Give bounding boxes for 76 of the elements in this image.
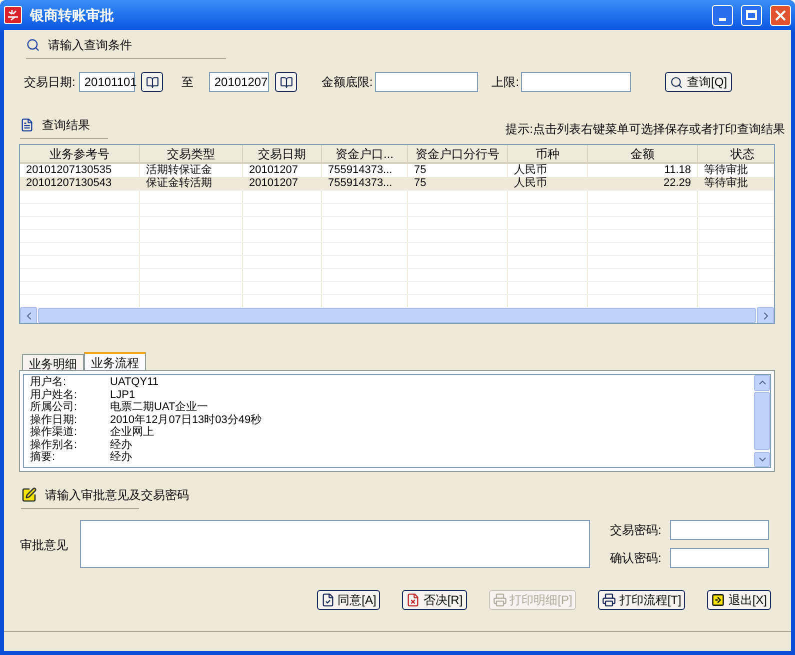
tab[interactable]: 业务明细 <box>22 354 84 370</box>
amount-field[interactable] <box>521 72 632 92</box>
detail-value: 经办 <box>110 438 132 451</box>
field-label: 交易日期: <box>24 74 76 91</box>
app-logo-icon <box>4 6 22 24</box>
search-icon <box>26 38 40 52</box>
cross-document-icon <box>406 593 420 607</box>
detail-value: 2010年12月07日13时03分49秒 <box>110 414 262 426</box>
section-heading: 请输入审批意见及交易密码 <box>45 487 189 504</box>
table-cell: 75 <box>408 177 508 190</box>
detail-label: 所属公司: <box>30 401 78 414</box>
column-header[interactable]: 状态 <box>698 145 774 162</box>
calendar-button[interactable] <box>141 72 164 92</box>
column-header[interactable]: 金额 <box>588 145 698 162</box>
column-header[interactable]: 交易日期 <box>243 145 322 162</box>
detail-label: 操作日期: <box>30 414 78 426</box>
detail-label: 用户姓名: <box>30 388 78 401</box>
horizontal-scrollbar[interactable] <box>20 307 774 323</box>
search-icon <box>670 76 684 88</box>
calendar-button[interactable] <box>275 72 298 92</box>
action-button[interactable]: 打印流程[T] <box>598 590 686 610</box>
column-header[interactable]: 资金户口... <box>322 145 408 162</box>
date-field[interactable]: 20101101 <box>79 72 136 92</box>
detail-value: 电票二期UAT企业一 <box>110 401 208 414</box>
field-label: 确认密码: <box>610 550 662 567</box>
table-cell: 等待审批 <box>698 177 774 190</box>
amount-field[interactable] <box>374 72 478 92</box>
field-label: 上限: <box>492 74 520 91</box>
printer-icon <box>602 593 616 607</box>
detail-label: 操作渠道: <box>30 426 78 438</box>
detail-value: LJP1 <box>110 388 136 401</box>
field-label: 至 <box>181 74 194 91</box>
table-cell: 20101207130543 <box>20 177 140 190</box>
detail-value: 经办 <box>110 451 132 464</box>
table-cell: 保证金转活期 <box>140 177 243 190</box>
detail-label: 摘要: <box>30 451 56 464</box>
query-button[interactable]: 查询[Q] <box>665 72 732 92</box>
table-cell: 755914373... <box>322 177 408 190</box>
close-button[interactable] <box>770 4 791 26</box>
document-icon <box>20 118 34 132</box>
close-icon <box>775 10 786 20</box>
tab[interactable]: 业务流程 <box>84 352 146 370</box>
hint-text: 提示:点击列表右键菜单可选择保存或者打印查询结果 <box>506 121 785 138</box>
minimize-button[interactable] <box>712 4 733 26</box>
vertical-scrollbar[interactable] <box>754 375 770 467</box>
printer-icon <box>492 593 507 607</box>
book-icon <box>280 76 293 88</box>
check-document-icon <box>320 593 335 607</box>
column-header[interactable]: 交易类型 <box>140 145 243 162</box>
detail-value: UATQY11 <box>110 376 158 388</box>
column-header[interactable]: 业务参考号 <box>20 145 140 162</box>
table-row[interactable]: 20101207130543 保证金转活期 20101207 755914373... 75 人民币 22.29 等待审批 <box>20 177 774 190</box>
field-label: 审批意见 <box>20 537 68 554</box>
action-button[interactable]: 否决[R] <box>402 590 467 610</box>
detail-value: 企业网上 <box>110 426 154 438</box>
section-heading: 查询结果 <box>42 117 90 134</box>
detail-label: 用户名: <box>30 376 68 388</box>
column-header[interactable]: 资金户口分行号 <box>408 145 508 162</box>
detail-label: 操作别名: <box>30 438 78 450</box>
action-button[interactable]: 同意[A] <box>316 590 380 610</box>
table-cell: 20101207 <box>243 177 322 190</box>
maximize-button[interactable] <box>741 4 762 26</box>
date-field[interactable]: 20101207 <box>209 72 270 92</box>
table-cell: 人民币 <box>508 177 588 190</box>
field-label: 交易密码: <box>610 522 662 539</box>
section-heading: 请输入查询条件 <box>48 37 132 54</box>
column-header[interactable]: 币种 <box>508 145 588 162</box>
password-field[interactable] <box>670 548 769 568</box>
field-label: 金额底限: <box>321 74 373 91</box>
window-title: 银商转账审批 <box>30 6 115 24</box>
opinion-field[interactable] <box>80 520 590 568</box>
password-field[interactable] <box>670 520 769 540</box>
table-cell: 22.29 <box>588 177 698 190</box>
book-icon <box>146 76 159 88</box>
action-button[interactable]: 退出[X] <box>707 590 771 610</box>
edit-note-icon <box>21 487 37 503</box>
